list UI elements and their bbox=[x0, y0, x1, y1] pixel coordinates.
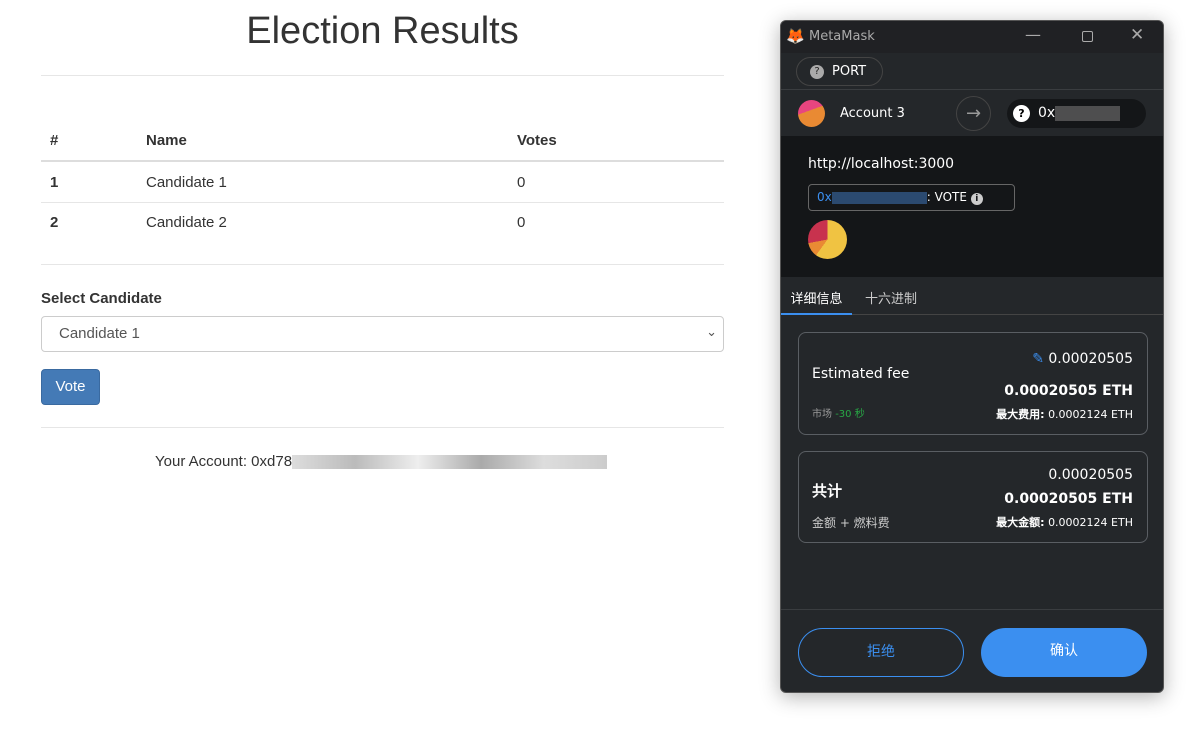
origin-url: http://localhost:3000 bbox=[808, 156, 955, 172]
estimated-fee-card: Estimated fee ✎ 0.00020505 0.00020505 ET… bbox=[798, 332, 1148, 435]
account-text: Your Account: 0xd78 bbox=[155, 453, 608, 470]
reject-button[interactable]: 拒绝 bbox=[798, 628, 964, 677]
max-amount-value: 0.0002124 ETH bbox=[1048, 516, 1133, 529]
edit-pencil-icon[interactable]: ✎ bbox=[1032, 351, 1044, 367]
account-avatar bbox=[798, 100, 825, 127]
fee-market: 市场 bbox=[812, 409, 832, 420]
info-icon[interactable]: i bbox=[970, 193, 983, 205]
divider bbox=[41, 160, 724, 162]
fee-value: 0.00020505 bbox=[1048, 351, 1133, 367]
redacted-blur bbox=[1055, 106, 1120, 121]
account-name: Account 3 bbox=[840, 106, 905, 121]
max-fee-value: 0.0002124 ETH bbox=[1048, 408, 1133, 421]
fee-value-eth: 0.00020505 ETH bbox=[1004, 383, 1133, 399]
col-header-name: Name bbox=[146, 132, 187, 149]
select-value: Candidate 1 bbox=[59, 325, 140, 342]
chevron-down-icon: ⌄ bbox=[706, 324, 717, 339]
maximize-icon[interactable] bbox=[1082, 31, 1093, 42]
row-number: 2 bbox=[50, 214, 59, 231]
total-sub: 金额 + 燃料费 bbox=[812, 516, 890, 530]
fee-label: Estimated fee bbox=[812, 366, 910, 382]
network-name: PORT bbox=[832, 64, 867, 79]
redacted-blur bbox=[831, 191, 927, 204]
account-row: Account 3 → ? 0x bbox=[781, 89, 1163, 136]
contract-avatar bbox=[808, 220, 847, 259]
total-card: 共计 0.00020505 0.00020505 ETH 金额 + 燃料费 最大… bbox=[798, 451, 1148, 543]
total-value: 0.00020505 bbox=[1048, 467, 1133, 483]
close-icon[interactable]: ✕ bbox=[1130, 25, 1144, 45]
fox-icon: 🦊 bbox=[786, 27, 805, 45]
page-title: Election Results bbox=[246, 10, 519, 52]
metamask-window: 🦊 MetaMask — ✕ ? PORT Account 3 → ? 0x h… bbox=[780, 20, 1164, 693]
contract-address: 0x bbox=[817, 190, 832, 204]
origin-section: http://localhost:3000 0x : VOTE i bbox=[781, 136, 1163, 277]
title-bar: 🦊 MetaMask — ✕ bbox=[781, 21, 1163, 53]
col-header-number: # bbox=[50, 132, 59, 149]
select-label: Select Candidate bbox=[41, 290, 162, 307]
app-title: MetaMask bbox=[809, 29, 875, 44]
contract-method-pill[interactable]: 0x : VOTE i bbox=[808, 184, 1015, 211]
method-name: : VOTE bbox=[926, 190, 967, 204]
row-name: Candidate 1 bbox=[146, 174, 227, 191]
divider bbox=[41, 264, 724, 265]
tab-details[interactable]: 详细信息 bbox=[781, 277, 852, 315]
recipient-pill[interactable]: ? 0x bbox=[1007, 99, 1146, 128]
candidate-select[interactable]: Candidate 1 ⌄ bbox=[41, 316, 724, 352]
col-header-votes: Votes bbox=[517, 132, 557, 149]
tabs: 详细信息 十六进制 bbox=[781, 277, 1163, 315]
row-name: Candidate 2 bbox=[146, 214, 227, 231]
tab-hex[interactable]: 十六进制 bbox=[865, 288, 917, 307]
confirm-button[interactable]: 确认 bbox=[981, 628, 1147, 677]
question-icon: ? bbox=[810, 65, 824, 79]
redacted-blur bbox=[292, 455, 608, 470]
minimize-icon[interactable]: — bbox=[1025, 25, 1041, 44]
row-number: 1 bbox=[50, 174, 59, 191]
row-votes: 0 bbox=[517, 174, 526, 191]
vote-button[interactable]: Vote bbox=[41, 369, 100, 405]
recipient-address: 0x bbox=[1038, 105, 1056, 121]
network-pill[interactable]: ? PORT bbox=[796, 57, 883, 86]
max-amount-label: 最大金额: bbox=[996, 516, 1045, 529]
row-votes: 0 bbox=[517, 214, 526, 231]
divider bbox=[781, 609, 1163, 610]
total-value-eth: 0.00020505 ETH bbox=[1004, 491, 1133, 507]
divider bbox=[41, 427, 724, 428]
question-icon: ? bbox=[1013, 105, 1030, 122]
fee-time: -30 秒 bbox=[835, 409, 865, 420]
max-fee-label: 最大费用: bbox=[996, 408, 1045, 421]
divider bbox=[41, 75, 724, 76]
arrow-right-icon: → bbox=[956, 96, 991, 131]
total-label: 共计 bbox=[812, 482, 843, 500]
divider bbox=[41, 202, 724, 203]
